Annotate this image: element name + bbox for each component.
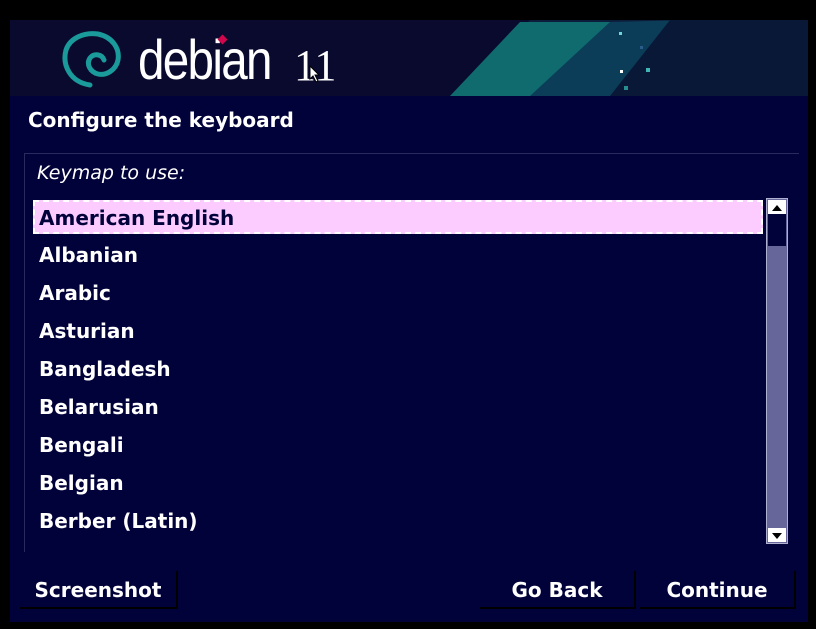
brand-name: debian [138, 28, 272, 91]
list-scrollbar[interactable] [766, 198, 788, 544]
list-item[interactable]: Albanian [33, 236, 763, 274]
list-item[interactable]: Belarusian [33, 388, 763, 426]
screenshot-button[interactable]: Screenshot [20, 571, 178, 609]
keymap-panel: Keymap to use: American English Albanian… [24, 153, 799, 552]
arrow-up-icon [772, 205, 782, 211]
scroll-thumb[interactable] [768, 214, 786, 246]
list-item[interactable]: Belgian [33, 464, 763, 502]
list-item[interactable]: Arabic [33, 274, 763, 312]
banner: debian 11 [10, 20, 808, 96]
scroll-up-button[interactable] [768, 200, 786, 214]
arrow-down-icon [772, 533, 782, 539]
list-item[interactable]: Bangladesh [33, 350, 763, 388]
page-title: Configure the keyboard [28, 108, 294, 132]
continue-button[interactable]: Continue [640, 571, 796, 609]
list-item[interactable]: Bengali [33, 426, 763, 464]
installer-window: debian 11 Configure the keyboard Keymap … [10, 20, 808, 622]
list-item[interactable]: Berber (Latin) [33, 502, 763, 540]
mouse-cursor-icon [309, 65, 321, 83]
keymap-list[interactable]: American English Albanian Arabic Asturia… [33, 198, 763, 540]
scroll-down-button[interactable] [768, 528, 786, 542]
go-back-button[interactable]: Go Back [480, 571, 636, 609]
debian-swirl-icon [62, 31, 121, 88]
keymap-prompt: Keymap to use: [37, 162, 186, 184]
list-item[interactable]: Asturian [33, 312, 763, 350]
list-item[interactable]: American English [33, 200, 763, 234]
